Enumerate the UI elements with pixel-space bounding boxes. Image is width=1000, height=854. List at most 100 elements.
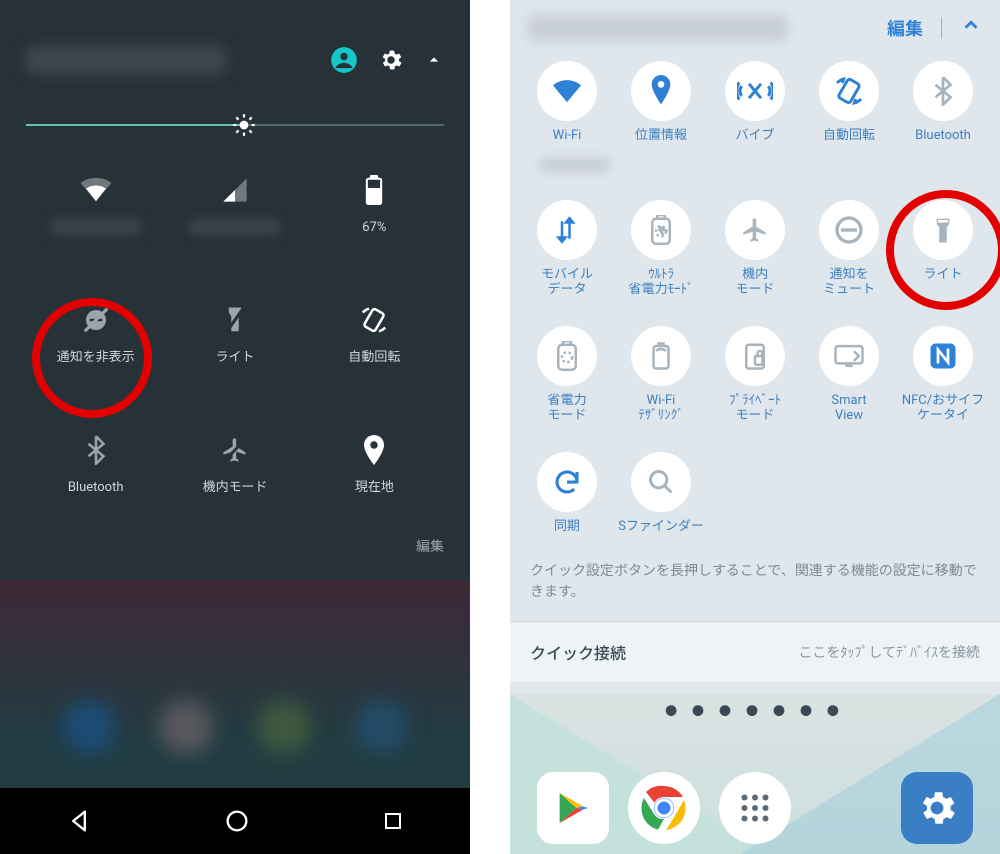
tile-flashlight[interactable]: ライト (896, 200, 990, 298)
status-text-blurred (26, 46, 226, 74)
help-text: クイック設定ボタンを長押しすることで、関連する機能の設定に移動できます。 (510, 545, 1000, 621)
dnd-label: 通知を非表示 (57, 350, 135, 366)
collapse-chevron-icon[interactable] (960, 14, 982, 41)
edit-button[interactable]: 編集 (887, 15, 923, 41)
vibrate-icon (725, 61, 785, 121)
nav-home-icon[interactable] (223, 807, 251, 835)
flashlight-off-icon (224, 300, 246, 340)
bluetooth-label: Bluetooth (915, 129, 971, 144)
airplane-off-icon (220, 430, 250, 470)
flashlight-icon (913, 200, 973, 260)
smartview-label: Smart View (831, 394, 866, 424)
tether-label: Wi-Fi ﾃｻﾞﾘﾝｸﾞ (638, 394, 684, 424)
mobiledata-icon (537, 200, 597, 260)
bluetooth-label: Bluetooth (68, 480, 124, 496)
wifi-icon (537, 61, 597, 121)
tile-autorotate[interactable]: 自動回転 (802, 61, 896, 144)
vibrate-label: バイブ (735, 129, 774, 144)
location-label: 位置情報 (635, 129, 687, 144)
sync-icon (537, 452, 597, 512)
quick-connect-hint: ここをﾀｯﾌﾟしてﾃﾞﾊﾞｲｽを接続 (798, 642, 980, 662)
tile-private[interactable]: ﾌﾟﾗｲﾍﾞｰﾄ モード (708, 326, 802, 424)
android-quick-settings-dark: 67% 通知を非表示 ライト 自動回転 Bluetooth 機 (0, 0, 470, 854)
battery-label: 67% (362, 220, 386, 236)
settings-app-icon[interactable] (901, 772, 973, 844)
mute-label: 通知を ミュート (823, 268, 875, 298)
search-icon (631, 452, 691, 512)
status-text-blurred (528, 15, 788, 41)
edit-tiles-link[interactable]: 編集 (0, 530, 470, 570)
private-label: ﾌﾟﾗｲﾍﾞｰﾄ モード (729, 394, 781, 424)
tile-sync[interactable]: 同期 (520, 452, 614, 535)
nav-recents-icon[interactable] (381, 809, 405, 833)
mute-dnd-icon (819, 200, 879, 260)
tile-smartview[interactable]: Smart View (802, 326, 896, 424)
autorotate-label: 自動回転 (348, 350, 400, 366)
tile-cellular[interactable] (165, 170, 304, 260)
system-nav-bar (0, 788, 470, 854)
cellular-label-blurred (190, 220, 280, 234)
ultrapower-label: ｳﾙﾄﾗ 省電力ﾓｰﾄﾞ (628, 268, 693, 298)
nav-back-icon[interactable] (65, 807, 93, 835)
wifi-label-blurred (51, 220, 141, 234)
tile-tether[interactable]: Wi-Fi ﾃｻﾞﾘﾝｸﾞ (614, 326, 708, 424)
app-drawer-icon[interactable] (719, 772, 791, 844)
tile-dnd[interactable]: 通知を非表示 (26, 300, 165, 390)
tile-wifi[interactable]: Wi-Fi (520, 61, 614, 144)
location-label: 現在地 (355, 480, 394, 496)
wifi-label: Wi-Fi (553, 129, 582, 144)
collapse-chevron-icon[interactable] (424, 50, 444, 70)
tile-bluetooth[interactable]: Bluetooth (26, 430, 165, 520)
qs-tile-grid: 67% 通知を非表示 ライト 自動回転 Bluetooth 機 (26, 170, 444, 520)
sync-label: 同期 (554, 520, 580, 535)
sfinder-label: Sファインダー (618, 520, 704, 535)
tile-mute[interactable]: 通知を ミュート (802, 200, 896, 298)
brightness-slider[interactable] (26, 110, 444, 140)
blurred-app-icon (257, 700, 311, 754)
settings-gear-icon[interactable] (378, 47, 404, 73)
blurred-app-icon (62, 700, 116, 754)
smartview-icon (819, 326, 879, 386)
secondary-label-blurred (540, 158, 610, 172)
brightness-thumb-icon[interactable] (231, 112, 257, 142)
tile-bluetooth[interactable]: Bluetooth (896, 61, 990, 144)
account-icon[interactable] (330, 46, 358, 74)
tile-location[interactable]: 位置情報 (614, 61, 708, 144)
cellular-icon (220, 170, 250, 210)
tile-sfinder[interactable]: Sファインダー (614, 452, 708, 535)
wifi-tether-icon (631, 326, 691, 386)
flashlight-label: ライト (923, 268, 962, 283)
qs-header: 編集 (510, 0, 1000, 49)
private-mode-icon (725, 326, 785, 386)
tile-vibrate[interactable]: バイブ (708, 61, 802, 144)
play-store-icon[interactable] (537, 772, 609, 844)
bluetooth-icon (913, 61, 973, 121)
mobiledata-label: モバイル データ (541, 268, 593, 298)
quick-connect-title: クイック接続 (530, 640, 626, 664)
tile-location[interactable]: 現在地 (305, 430, 444, 520)
airplane-label: 機内 モード (735, 268, 774, 298)
airplane-icon (725, 200, 785, 260)
dnd-hidden-icon (81, 300, 111, 340)
tile-flashlight[interactable]: ライト (165, 300, 304, 390)
battery-icon (365, 170, 383, 210)
qs-header-row (26, 40, 444, 80)
airplane-label: 機内モード (202, 480, 267, 496)
powersave-label: 省電力 モード (547, 394, 586, 424)
tile-nfc[interactable]: NFC/おサイフ ケータイ (896, 326, 990, 424)
tile-autorotate[interactable]: 自動回転 (305, 300, 444, 390)
qs-tile-grid: Wi-Fi 位置情報 バイブ 自動回転 Bluetooth モバイル データ ｳ… (510, 49, 1000, 545)
tile-ultrapower[interactable]: ｳﾙﾄﾗ 省電力ﾓｰﾄﾞ (614, 200, 708, 298)
tile-airplane[interactable]: 機内モード (165, 430, 304, 520)
quick-connect-bar[interactable]: クイック接続 ここをﾀｯﾌﾟしてﾃﾞﾊﾞｲｽを接続 (510, 621, 1000, 682)
tile-airplane[interactable]: 機内 モード (708, 200, 802, 298)
tile-wifi[interactable] (26, 170, 165, 260)
page-indicator-dots: ● ● ● ● ● ● ● (510, 702, 1000, 719)
tile-mobiledata[interactable]: モバイル データ (520, 200, 614, 298)
location-pin-icon (631, 61, 691, 121)
tile-powersave[interactable]: 省電力 モード (520, 326, 614, 424)
nfc-label: NFC/おサイフ ケータイ (902, 394, 984, 424)
ultra-power-icon (631, 200, 691, 260)
tile-battery[interactable]: 67% (305, 170, 444, 260)
chrome-icon[interactable] (628, 772, 700, 844)
